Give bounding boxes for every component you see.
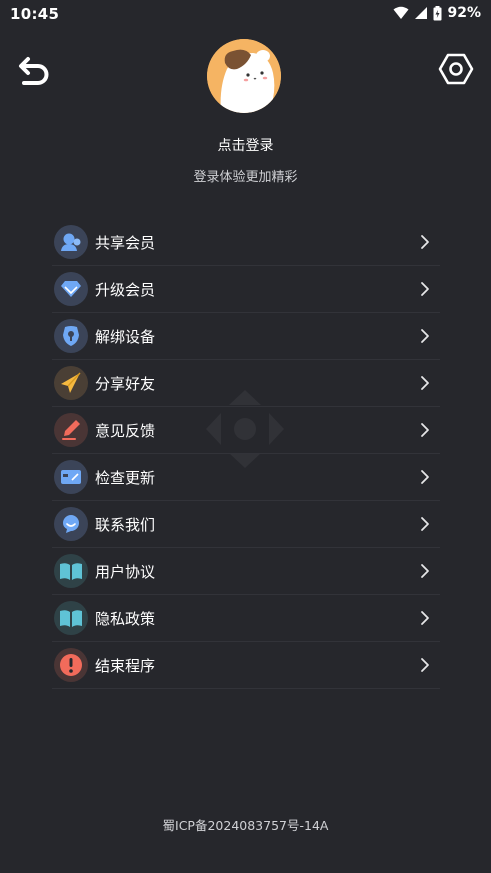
menu-item-feedback[interactable]: 意见反馈 [52,407,440,454]
settings-button[interactable] [437,50,475,88]
chevron-right-icon [421,376,429,390]
share-member-icon [54,225,88,259]
menu-item-privacy-policy[interactable]: 隐私政策 [52,595,440,642]
battery-icon [433,5,442,20]
chevron-right-icon [421,423,429,437]
undo-arrow-icon [19,57,49,85]
menu-label: 隐私政策 [95,610,156,628]
menu-label: 解绑设备 [95,328,156,346]
update-card-icon [54,460,88,494]
menu-label: 结束程序 [95,657,156,675]
menu-label: 共享会员 [95,234,156,252]
chevron-right-icon [421,282,429,296]
battery-percent: 92% [447,5,481,21]
chevron-right-icon [421,517,429,531]
hexagon-settings-icon [438,53,474,85]
pen-icon [54,413,88,447]
chevron-right-icon [421,235,429,249]
menu-item-user-agreement[interactable]: 用户协议 [52,548,440,595]
menu-label: 分享好友 [95,375,156,393]
chevron-right-icon [421,611,429,625]
status-icons: 92% [393,5,481,21]
menu-label: 联系我们 [95,516,156,534]
back-button[interactable] [14,52,52,90]
open-book-icon [54,601,88,635]
menu-list: 共享会员 升级会员 解绑设备 分享好友 意见反馈 检查更新 联系我们 用户协议 … [52,219,440,689]
paper-plane-icon [54,366,88,400]
cat-avatar-icon [207,39,281,113]
chat-bubble-icon [54,507,88,541]
menu-label: 意见反馈 [95,422,156,440]
diamond-icon [54,272,88,306]
menu-item-check-update[interactable]: 检查更新 [52,454,440,501]
login-title[interactable]: 点击登录 [0,135,491,155]
chevron-right-icon [421,470,429,484]
signal-icon [415,7,428,19]
menu-label: 升级会员 [95,281,156,299]
icp-license[interactable]: 蜀ICP备2024083757号-14A [0,815,491,834]
wrench-icon [54,319,88,353]
menu-item-upgrade-member[interactable]: 升级会员 [52,266,440,313]
avatar[interactable] [207,39,281,113]
exclamation-icon [54,648,88,682]
status-time: 10:45 [10,5,60,23]
chevron-right-icon [421,564,429,578]
menu-item-unbind-device[interactable]: 解绑设备 [52,313,440,360]
chevron-right-icon [421,658,429,672]
menu-label: 用户协议 [95,563,156,581]
menu-item-contact-us[interactable]: 联系我们 [52,501,440,548]
open-book-icon [54,554,88,588]
wifi-icon [393,6,409,19]
login-subtitle: 登录体验更加精彩 [193,170,298,185]
status-bar: 10:45 92% [0,0,491,28]
menu-label: 检查更新 [95,469,156,487]
menu-item-share-member[interactable]: 共享会员 [52,219,440,266]
menu-item-share-friends[interactable]: 分享好友 [52,360,440,407]
menu-item-exit-app[interactable]: 结束程序 [52,642,440,689]
chevron-right-icon [421,329,429,343]
